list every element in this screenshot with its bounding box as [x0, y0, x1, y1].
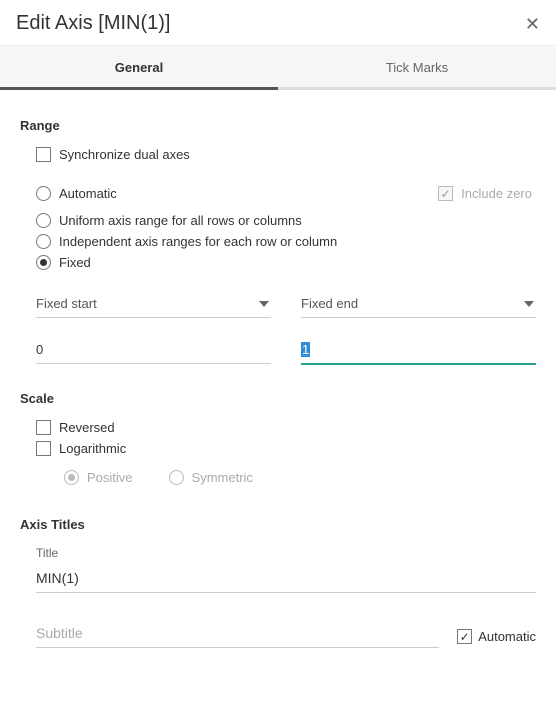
axis-subtitle-input[interactable]: Subtitle — [36, 621, 439, 648]
fixed-end-dropdown[interactable]: Fixed end — [301, 292, 536, 318]
section-scale: Scale — [20, 391, 536, 406]
range-fixed-radio[interactable] — [36, 255, 51, 270]
fixed-end-value: 1 — [301, 342, 310, 357]
fixed-start-input[interactable]: 0 — [36, 338, 271, 364]
reversed-checkbox[interactable] — [36, 420, 51, 435]
sync-dual-axes-checkbox[interactable] — [36, 147, 51, 162]
range-uniform-radio[interactable] — [36, 213, 51, 228]
section-range: Range — [20, 118, 536, 133]
range-fixed-label: Fixed — [59, 255, 91, 270]
log-positive-label: Positive — [87, 470, 133, 485]
chevron-down-icon — [259, 301, 269, 307]
range-automatic-radio[interactable] — [36, 186, 51, 201]
axis-subtitle-placeholder: Subtitle — [36, 625, 83, 641]
log-symmetric-label: Symmetric — [192, 470, 253, 485]
tab-general-label: General — [115, 60, 163, 75]
fixed-start-value: 0 — [36, 342, 43, 357]
close-icon[interactable]: ✕ — [525, 15, 540, 33]
fixed-end-input[interactable]: 1 — [301, 338, 536, 365]
tab-tick-marks[interactable]: Tick Marks — [278, 46, 556, 87]
chevron-down-icon — [524, 301, 534, 307]
logarithmic-checkbox[interactable] — [36, 441, 51, 456]
log-positive-radio — [64, 470, 79, 485]
fixed-start-dropdown[interactable]: Fixed start — [36, 292, 271, 318]
subtitle-automatic-checkbox[interactable] — [457, 629, 472, 644]
include-zero-label: Include zero — [461, 186, 532, 201]
include-zero-checkbox — [438, 186, 453, 201]
section-axis-titles: Axis Titles — [20, 517, 536, 532]
tab-general[interactable]: General — [0, 46, 278, 87]
fixed-start-dropdown-label: Fixed start — [36, 296, 97, 311]
sync-dual-axes-label: Synchronize dual axes — [59, 147, 190, 162]
reversed-label: Reversed — [59, 420, 115, 435]
range-automatic-label: Automatic — [59, 186, 117, 201]
range-independent-radio[interactable] — [36, 234, 51, 249]
axis-title-value: MIN(1) — [36, 570, 79, 586]
tab-tick-marks-label: Tick Marks — [386, 60, 448, 75]
fixed-end-dropdown-label: Fixed end — [301, 296, 358, 311]
dialog-title: Edit Axis [MIN(1)] — [16, 12, 170, 35]
logarithmic-label: Logarithmic — [59, 441, 126, 456]
log-symmetric-radio — [169, 470, 184, 485]
subtitle-automatic-label: Automatic — [478, 629, 536, 644]
range-uniform-label: Uniform axis range for all rows or colum… — [59, 213, 302, 228]
axis-title-label: Title — [36, 546, 536, 560]
range-independent-label: Independent axis ranges for each row or … — [59, 234, 337, 249]
axis-title-input[interactable]: MIN(1) — [36, 566, 536, 593]
